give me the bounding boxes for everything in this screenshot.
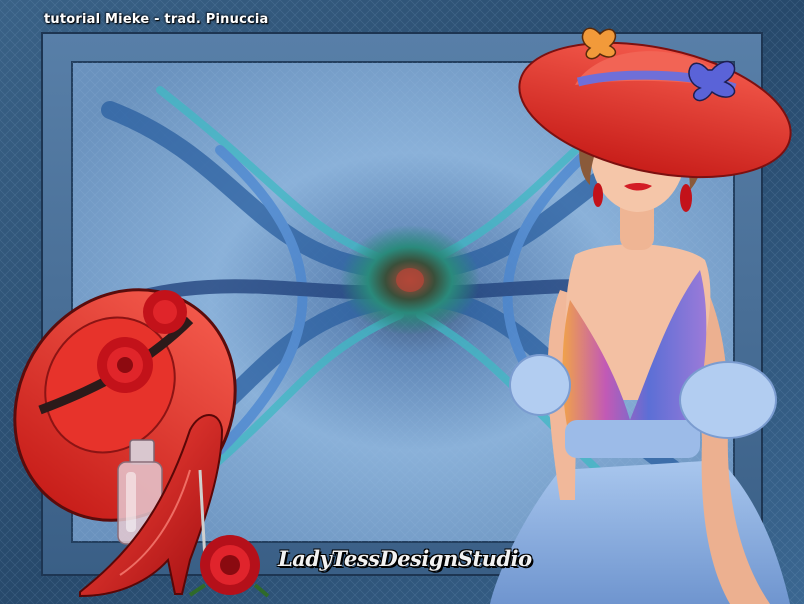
tutorial-caption: tutorial Mieke - trad. Pinuccia <box>44 12 269 27</box>
artwork-canvas: tutorial Mieke - trad. Pinuccia LadyTess… <box>0 0 804 604</box>
butterfly-orange <box>581 27 617 60</box>
artist-signature: LadyTessDesignStudio <box>278 546 532 571</box>
artwork-graphic <box>0 0 804 604</box>
